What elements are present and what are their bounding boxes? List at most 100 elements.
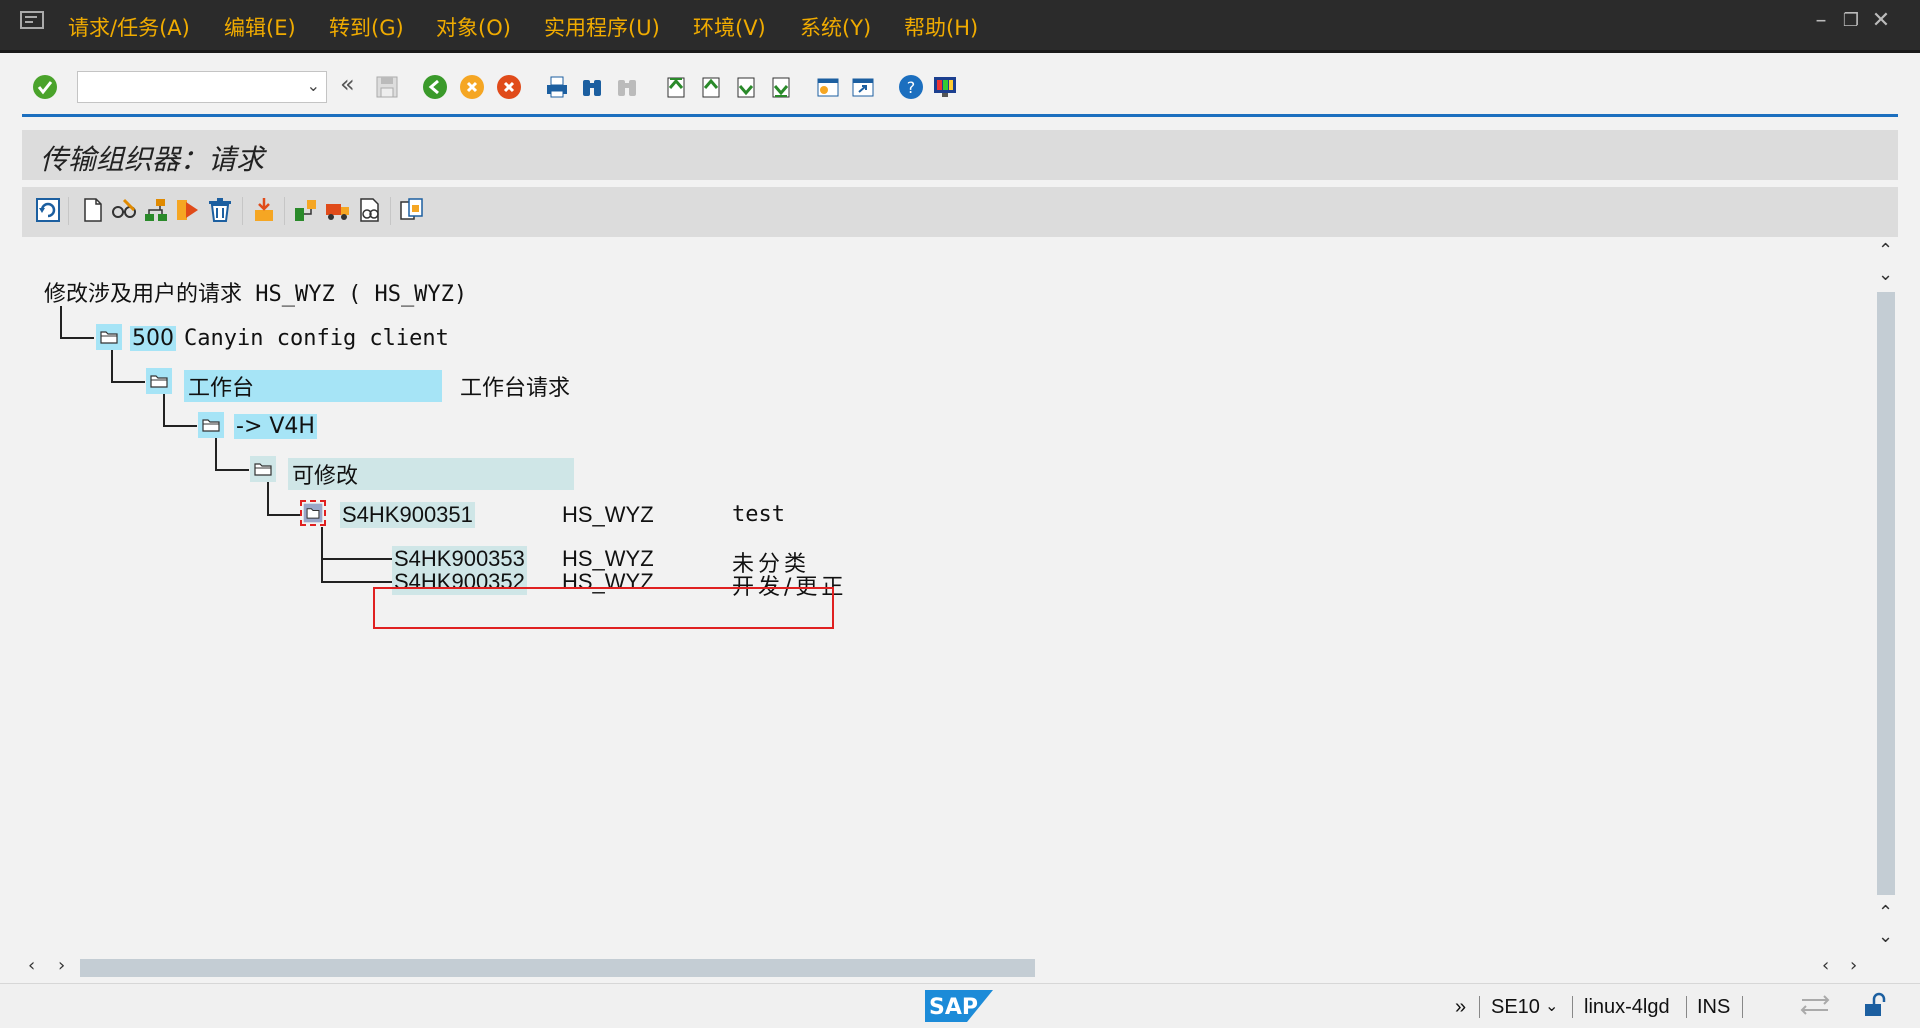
client-number[interactable]: 500 [130, 326, 176, 351]
refresh-icon[interactable] [34, 196, 62, 224]
previous-page-icon[interactable] [697, 74, 723, 100]
separator [242, 197, 243, 225]
find-icon[interactable] [579, 74, 605, 100]
connection-icon [1800, 995, 1830, 1015]
help-icon[interactable]: ? [898, 74, 924, 100]
folder-icon[interactable] [250, 456, 276, 482]
application-toolbar [22, 187, 1898, 237]
transaction-code[interactable]: SE10 [1491, 996, 1540, 1019]
folder-icon[interactable] [96, 324, 122, 350]
maximize-icon[interactable]: ❐ [1840, 10, 1862, 32]
request-id[interactable]: S4HK900351 [340, 502, 475, 528]
highlight-callout [373, 587, 834, 629]
separator [1686, 996, 1687, 1018]
menu-item-environment[interactable]: 环境(V) [693, 12, 766, 42]
menu-item-object[interactable]: 对象(O) [436, 12, 511, 42]
vertical-scroll-thumb[interactable] [1877, 292, 1895, 895]
import-icon[interactable] [250, 196, 278, 224]
customize-layout-icon[interactable] [932, 74, 958, 100]
folder-open-icon[interactable] [300, 500, 326, 526]
server-name: linux-4lgd [1584, 996, 1670, 1018]
collapse-toolbar-icon[interactable]: « [340, 70, 366, 98]
scroll-top-icon[interactable]: ⌃ [1878, 240, 1893, 261]
scroll-left-end-icon[interactable]: ‹ [1822, 955, 1829, 976]
tree-connector [267, 482, 269, 514]
target-system-label[interactable]: -> V4H [234, 414, 317, 439]
client-description: Canyin config client [184, 326, 449, 351]
separator [284, 197, 285, 225]
scroll-left-icon[interactable]: ‹ [28, 955, 35, 976]
chevron-down-icon[interactable]: ⌄ [1545, 996, 1558, 1016]
tree-connector [163, 425, 197, 427]
status-bar: SAP » SE10 ⌄ linux-4lgd INS [0, 983, 1920, 1028]
request-description: test [732, 502, 785, 527]
vertical-scrollbar[interactable]: ⌃ ⌄ ⌃ ⌄ [1874, 240, 1898, 950]
close-icon[interactable]: ✕ [1870, 10, 1892, 32]
last-page-icon[interactable] [767, 74, 793, 100]
scroll-down-icon[interactable]: ⌃ [1878, 902, 1893, 923]
scroll-right-end-icon[interactable]: › [1850, 955, 1857, 976]
first-page-icon[interactable] [662, 74, 688, 100]
request-tree: 修改涉及用户的请求 HS_WYZ ( HS_WYZ) 500 Canyin co… [22, 240, 1872, 950]
delete-icon[interactable] [206, 196, 234, 224]
tree-connector [215, 438, 217, 469]
tree-connector [267, 514, 301, 516]
transport-organizer-icon[interactable] [292, 196, 320, 224]
menu-item-system[interactable]: 系统(Y) [800, 12, 871, 42]
save-icon[interactable] [374, 74, 400, 100]
scroll-right-icon[interactable]: › [58, 955, 65, 976]
display-change-icon[interactable] [110, 196, 138, 224]
shortcut-icon[interactable] [850, 74, 876, 100]
back-icon[interactable] [422, 74, 448, 100]
separator [68, 197, 69, 225]
menu-icon[interactable] [20, 11, 44, 31]
folder-icon[interactable] [146, 368, 172, 394]
menu-bar: 请求/任务(A) 编辑(E) 转到(G) 对象(O) 实用程序(U) 环境(V)… [0, 0, 1920, 53]
enter-icon[interactable] [32, 74, 58, 100]
status-expand-chevron[interactable]: » [1455, 996, 1466, 1019]
scroll-up-icon[interactable]: ⌄ [1878, 264, 1893, 285]
transport-truck-icon[interactable] [324, 196, 352, 224]
exit-icon[interactable] [459, 74, 485, 100]
copy-objects-icon[interactable] [398, 196, 426, 224]
create-icon[interactable] [78, 196, 106, 224]
request-owner: HS_WYZ [562, 502, 654, 527]
command-field[interactable]: ⌄ [77, 71, 327, 103]
tree-connector [60, 306, 62, 337]
lock-icon[interactable] [1862, 992, 1888, 1018]
menu-item-request[interactable]: 请求/任务(A) [68, 12, 190, 42]
input-mode[interactable]: INS [1697, 996, 1730, 1019]
category-label[interactable]: 工作台 [184, 370, 442, 402]
category-description: 工作台请求 [460, 376, 571, 401]
menu-item-utilities[interactable]: 实用程序(U) [544, 12, 660, 42]
cancel-icon[interactable] [496, 74, 522, 100]
toolbar-divider [22, 114, 1898, 117]
hierarchy-icon[interactable] [142, 196, 170, 224]
sap-logo-text: SAP [929, 995, 978, 1020]
sap-logo: SAP [925, 990, 993, 1022]
separator [390, 197, 391, 225]
find-next-icon[interactable] [614, 74, 640, 100]
minimize-icon[interactable]: – [1810, 10, 1832, 32]
status-label[interactable]: 可修改 [288, 458, 574, 490]
scroll-bottom-icon[interactable]: ⌄ [1878, 926, 1893, 947]
release-icon[interactable] [174, 196, 202, 224]
transport-logs-icon[interactable] [356, 196, 384, 224]
next-page-icon[interactable] [732, 74, 758, 100]
folder-icon[interactable] [198, 412, 224, 438]
tree-connector [215, 469, 249, 471]
horizontal-scroll-thumb[interactable] [80, 959, 1035, 977]
horizontal-scrollbar[interactable]: ‹ › ‹ › [22, 955, 1877, 979]
menu-item-help[interactable]: 帮助(H) [904, 12, 978, 42]
tree-connector [111, 350, 113, 381]
menu-item-goto[interactable]: 转到(G) [329, 12, 404, 42]
create-session-icon[interactable] [815, 74, 841, 100]
svg-text:?: ? [907, 78, 916, 97]
tree-connector [60, 337, 94, 339]
print-icon[interactable] [544, 74, 570, 100]
page-title: 传输组织器：请求 [40, 143, 265, 176]
menu-item-edit[interactable]: 编辑(E) [224, 12, 296, 42]
chevron-down-icon[interactable]: ⌄ [307, 76, 320, 95]
tree-connector [163, 394, 165, 425]
tree-connector [111, 381, 145, 383]
